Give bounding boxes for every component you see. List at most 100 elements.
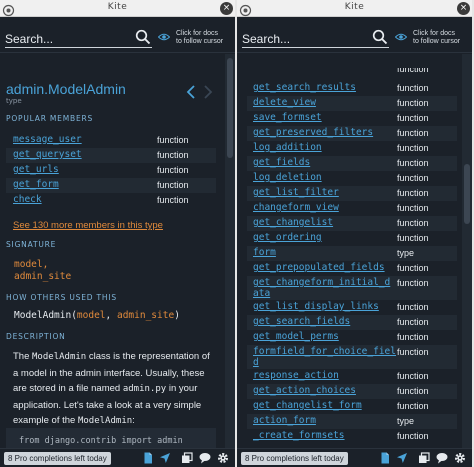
code-line: from django.contrib import admin <box>19 436 183 446</box>
member-link[interactable]: get_list_display_links <box>253 301 379 312</box>
member-kind: function <box>397 431 429 441</box>
list-item: get_ordering function <box>247 231 457 246</box>
member-link[interactable]: get_changelist_form <box>253 400 362 411</box>
list-item: get_list_display_links function <box>247 300 457 315</box>
member-link[interactable]: get_prepopulated_fields <box>253 262 385 273</box>
member-link[interactable]: _create_formsets <box>253 430 345 441</box>
copy-icon[interactable] <box>418 452 430 464</box>
window-title: Kite <box>107 2 128 12</box>
eye-icon[interactable] <box>395 33 407 41</box>
eye-icon[interactable] <box>158 33 170 41</box>
list-item: delete_view function <box>247 96 457 111</box>
follow-cursor-label[interactable]: Click for docs to follow cursor <box>413 30 471 46</box>
member-link-wrap[interactable]: d <box>253 357 259 368</box>
pro-completions-badge[interactable]: 8 Pro completions left today <box>4 452 111 465</box>
gear-icon[interactable] <box>217 452 229 464</box>
list-item: action_form type <box>247 414 457 429</box>
navigate-icon[interactable] <box>159 452 171 464</box>
more-members-link[interactable]: See 130 more members in this type <box>13 220 163 231</box>
usage-arg: admin_site <box>116 310 175 321</box>
member-link[interactable]: message_user <box>13 134 82 145</box>
member-link[interactable]: get_urls <box>13 164 59 175</box>
list-item: get_list_filter function <box>247 186 457 201</box>
member-link[interactable]: get_form <box>13 179 59 190</box>
follow-cursor-line1: Click for docs <box>176 30 219 37</box>
member-link[interactable]: save_formset <box>253 112 322 123</box>
member-link[interactable]: form <box>253 247 276 258</box>
chat-icon[interactable] <box>199 452 211 464</box>
usage-fn: ModelAdmin( <box>14 310 77 321</box>
list-item: log_addition function <box>247 141 457 156</box>
doc-panel: admin.ModelAdmin type POPULAR MEMBERS me… <box>0 54 223 448</box>
member-link[interactable]: get_search_fields <box>253 316 350 327</box>
member-kind: function <box>397 317 429 327</box>
pro-completions-badge[interactable]: 8 Pro completions left today <box>241 452 348 465</box>
desc-text: : <box>132 415 135 427</box>
member-kind: function <box>397 113 429 123</box>
navigate-icon[interactable] <box>396 452 408 464</box>
member-link[interactable]: get_preserved_filters <box>253 127 373 138</box>
list-item: get_search_fields function <box>247 315 457 330</box>
member-kind: function <box>157 135 189 145</box>
document-icon[interactable] <box>379 452 391 464</box>
chevron-left-icon[interactable] <box>186 85 196 99</box>
kite-window-left: Kite × Click for docs to follow cursor a… <box>0 0 235 467</box>
member-link[interactable]: get_changeform_initial_d <box>253 277 390 288</box>
member-link[interactable]: get_search_results <box>253 82 356 93</box>
chat-icon[interactable] <box>436 452 448 464</box>
member-kind: function <box>397 278 429 288</box>
member-link[interactable]: get_changelist <box>253 217 333 228</box>
member-link[interactable]: action_form <box>253 415 316 426</box>
member-link[interactable]: delete_view <box>253 97 316 108</box>
member-link[interactable]: get_model_perms <box>253 331 339 342</box>
usage-example: ModelAdmin(model, admin_site) <box>14 310 180 321</box>
member-kind: function <box>397 68 429 74</box>
section-how-others-used: HOW OTHERS USED THIS <box>6 293 117 302</box>
list-item: get_preserved_filters function <box>247 126 457 141</box>
search-input[interactable] <box>242 30 370 48</box>
member-link[interactable]: formfield_for_choice_fiel <box>253 346 396 357</box>
member-link[interactable]: changeform_view <box>253 202 339 213</box>
close-button[interactable]: × <box>220 2 233 15</box>
follow-cursor-label[interactable]: Click for docs to follow cursor <box>176 30 234 46</box>
member-link[interactable]: get_queryset <box>13 149 82 160</box>
member-kind: function <box>397 302 429 312</box>
member-link[interactable]: response_action <box>253 370 339 381</box>
scroll-thumb[interactable] <box>227 58 233 158</box>
document-icon[interactable] <box>142 452 154 464</box>
member-link[interactable]: log_addition <box>253 142 322 153</box>
title-bar: Kite × <box>237 0 472 17</box>
member-link-wrap[interactable]: ata <box>253 288 270 299</box>
copy-icon[interactable] <box>181 452 193 464</box>
member-kind: function <box>397 128 429 138</box>
search-field[interactable] <box>5 28 152 48</box>
chevron-right-icon[interactable] <box>203 85 213 99</box>
close-button[interactable]: × <box>457 2 470 15</box>
member-link[interactable]: get_fields <box>253 157 310 168</box>
member-link[interactable]: check <box>13 194 42 205</box>
search-input[interactable] <box>5 30 133 48</box>
search-icon[interactable] <box>135 29 151 45</box>
scrollbar[interactable] <box>462 54 472 448</box>
list-item: response_action function <box>247 369 457 384</box>
follow-cursor-line1: Click for docs <box>413 30 456 37</box>
search-field[interactable] <box>242 28 389 48</box>
search-icon[interactable] <box>372 29 388 45</box>
member-kind: function <box>157 180 189 190</box>
follow-cursor-line2: to follow cursor <box>413 38 461 45</box>
desc-code: ModelAdmin <box>32 352 87 362</box>
section-description: DESCRIPTION <box>6 332 66 341</box>
scrollbar[interactable] <box>225 54 235 448</box>
member-link[interactable]: get_action_choices <box>253 385 356 396</box>
scroll-thumb[interactable] <box>464 164 470 224</box>
member-row: message_user function <box>6 133 216 148</box>
member-link[interactable]: log_deletion <box>253 172 322 183</box>
desc-code: ModelAdmin <box>77 416 133 427</box>
member-link[interactable]: get_list_filter <box>253 187 339 198</box>
doc-title: admin.ModelAdmin <box>6 81 126 97</box>
member-link[interactable]: get_ordering <box>253 232 322 243</box>
member-kind: type <box>397 248 415 258</box>
member-kind: function <box>397 347 429 357</box>
gear-icon[interactable] <box>454 452 466 464</box>
list-item: get_prepopulated_fields function <box>247 261 457 276</box>
